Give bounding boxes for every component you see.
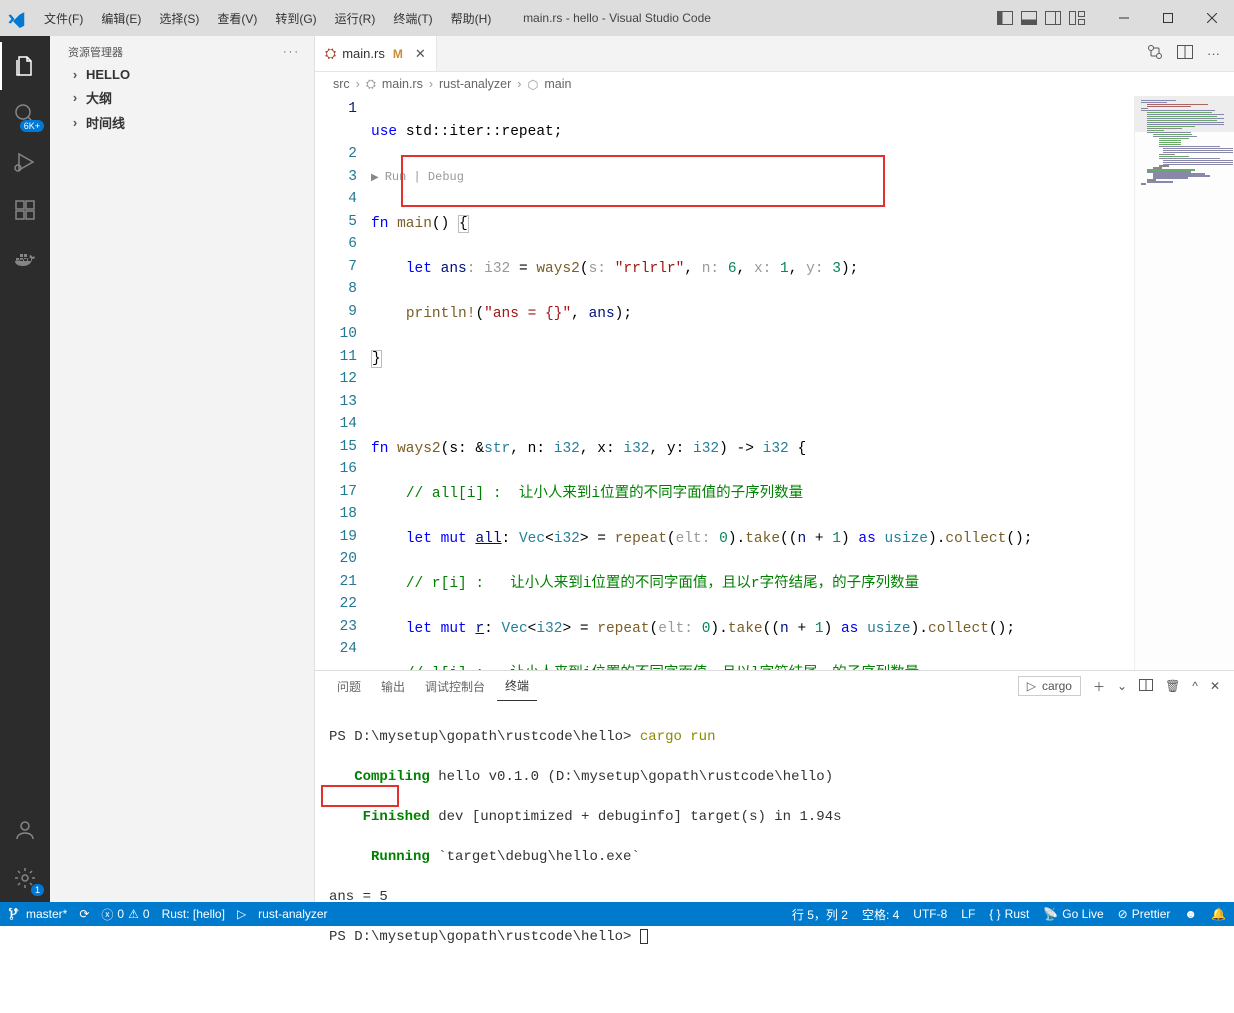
editor-more-icon[interactable]: ··· [1207,46,1220,61]
breadcrumbs[interactable]: src› ⛭main.rs› rust-analyzer› ⬡main [315,72,1234,96]
vscode-logo-icon [0,8,32,29]
status-rust-project[interactable]: Rust: [hello] [162,907,225,921]
tab-label: main.rs [342,46,385,61]
editor-group: ⛭ main.rs M ✕ ··· src› ⛭main.rs› rust-an… [315,36,1234,902]
tab-main-rs[interactable]: ⛭ main.rs M ✕ [315,36,437,71]
minimap[interactable] [1134,96,1234,670]
activity-search-icon[interactable]: 6K+ [0,90,50,138]
activity-extensions-icon[interactable] [0,186,50,234]
breadcrumb-file[interactable]: main.rs [382,77,423,91]
line-gutter: 1 23456789101112131415161718192021222324 [315,96,371,670]
sidebar-item-hello[interactable]: ›HELLO [50,64,314,85]
breadcrumb-mod[interactable]: rust-analyzer [439,77,511,91]
breadcrumb-src[interactable]: src [333,77,350,91]
settings-badge: 1 [31,884,44,896]
layout-controls [996,10,1086,26]
rust-file-icon: ⛭ [366,77,376,92]
search-badge: 6K+ [20,120,44,132]
tab-close-icon[interactable]: ✕ [415,46,426,62]
status-sync[interactable]: ⟳ [79,907,89,921]
window-minimize-button[interactable] [1102,0,1146,36]
code-editor[interactable]: 1 23456789101112131415161718192021222324… [315,96,1234,670]
rust-file-icon: ⛭ [325,45,336,62]
sidebar-item-outline[interactable]: ›大纲 [50,85,314,110]
terminal-dropdown-icon[interactable]: ⌄ [1117,679,1127,693]
panel: 问题 输出 调试控制台 终端 ▷cargo ＋ ⌄ 🗑 ^ ✕ PS D:\my… [315,670,1234,902]
activity-docker-icon[interactable] [0,234,50,282]
panel-tab-terminal[interactable]: 终端 [497,671,537,701]
terminal-new-icon[interactable]: ＋ [1093,678,1105,695]
split-editor-icon[interactable] [1177,45,1193,62]
status-run-icon[interactable]: ▷ [237,907,246,921]
toggle-primary-sidebar-icon[interactable] [996,10,1014,26]
breadcrumb-sym[interactable]: main [544,77,571,91]
menu-file[interactable]: 文件(F) [36,6,91,31]
codelens-run-debug[interactable]: Run | Debug [371,166,1134,191]
menu-help[interactable]: 帮助(H) [443,6,500,31]
tab-bar: ⛭ main.rs M ✕ ··· [315,36,1234,72]
sidebar-item-timeline[interactable]: ›时间线 [50,110,314,135]
menu-goto[interactable]: 转到(G) [267,6,324,31]
terminal-kill-icon[interactable]: 🗑 [1165,679,1180,693]
window-close-button[interactable] [1190,0,1234,36]
window-title: main.rs - hello - Visual Studio Code [523,11,711,25]
menu-view[interactable]: 查看(V) [209,6,265,31]
menu-run[interactable]: 运行(R) [327,6,384,31]
menu-terminal[interactable]: 终端(T) [385,6,440,31]
explorer-title: 资源管理器 [68,44,123,60]
explorer-sidebar: 资源管理器 ··· ›HELLO ›大纲 ›时间线 [50,36,315,902]
panel-tab-output[interactable]: 输出 [373,672,413,701]
minimap-content [1141,100,1228,666]
title-bar: 文件(F) 编辑(E) 选择(S) 查看(V) 转到(G) 运行(R) 终端(T… [0,0,1234,36]
panel-close-icon[interactable]: ✕ [1210,679,1220,693]
window-maximize-button[interactable] [1146,0,1190,36]
panel-tab-debug-console[interactable]: 调试控制台 [417,672,493,701]
activity-explorer-icon[interactable] [0,42,50,90]
terminal-content[interactable]: PS D:\mysetup\gopath\rustcode\hello> car… [315,701,1234,1013]
terminal-task-selector[interactable]: ▷cargo [1018,676,1081,696]
toggle-panel-icon[interactable] [1020,10,1038,26]
panel-tab-problems[interactable]: 问题 [329,672,369,701]
activity-run-debug-icon[interactable] [0,138,50,186]
main-menu: 文件(F) 编辑(E) 选择(S) 查看(V) 转到(G) 运行(R) 终端(T… [32,6,499,31]
symbol-function-icon: ⬡ [527,77,538,92]
customize-layout-icon[interactable] [1068,10,1086,26]
explorer-more-icon[interactable]: ··· [283,46,300,58]
activity-account-icon[interactable] [0,806,50,854]
status-branch[interactable]: master* [8,907,67,921]
menu-select[interactable]: 选择(S) [151,6,207,31]
activity-bar: 6K+ 1 [0,36,50,902]
panel-tabs: 问题 输出 调试控制台 终端 ▷cargo ＋ ⌄ 🗑 ^ ✕ [315,671,1234,701]
terminal-split-icon[interactable] [1139,679,1153,694]
menu-edit[interactable]: 编辑(E) [93,6,149,31]
code-content[interactable]: use std::iter::repeat; Run | Debug fn ma… [371,96,1134,670]
compare-changes-icon[interactable] [1147,44,1163,63]
highlight-box-output [321,785,399,807]
tab-modified-badge: M [393,47,403,61]
panel-maximize-icon[interactable]: ^ [1192,679,1198,693]
status-errors[interactable]: ⓧ0 ⚠0 [101,906,149,923]
toggle-secondary-sidebar-icon[interactable] [1044,10,1062,26]
activity-settings-icon[interactable]: 1 [0,854,50,902]
